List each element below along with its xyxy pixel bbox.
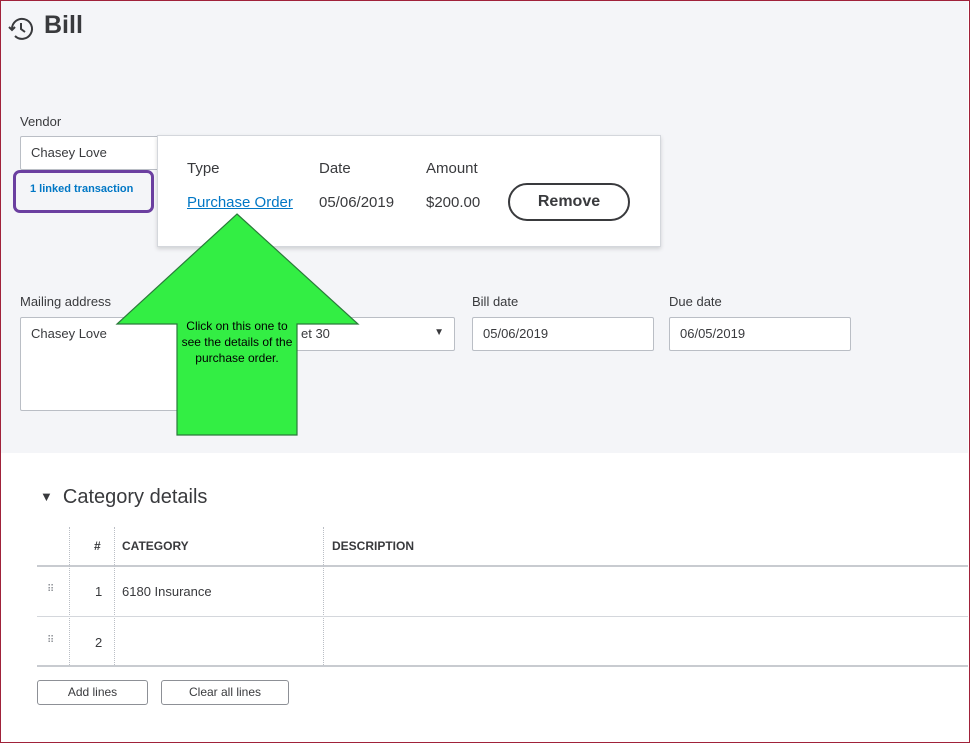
category-details-toggle[interactable]: ▼ Category details bbox=[40, 486, 207, 509]
remove-button[interactable]: Remove bbox=[508, 183, 630, 221]
vendor-field[interactable]: Chasey Love bbox=[20, 136, 170, 170]
row-category[interactable]: 6180 Insurance bbox=[122, 584, 212, 599]
due-date-label: Due date bbox=[669, 294, 722, 309]
due-date-value: 06/05/2019 bbox=[680, 326, 746, 341]
popover-header-amount: Amount bbox=[426, 160, 478, 177]
vendor-label: Vendor bbox=[20, 114, 62, 129]
add-lines-button[interactable]: Add lines bbox=[37, 680, 148, 705]
collapse-triangle-icon[interactable]: ▼ bbox=[40, 489, 53, 504]
chevron-down-icon[interactable]: ▼ bbox=[434, 327, 444, 338]
due-date-field[interactable]: 06/05/2019 bbox=[669, 317, 851, 351]
drag-handle-icon[interactable]: ⠿ bbox=[47, 584, 54, 595]
bill-date-value: 05/06/2019 bbox=[483, 326, 549, 341]
linked-transaction-link[interactable]: 1 linked transaction bbox=[13, 170, 154, 213]
popover-date-value: 05/06/2019 bbox=[319, 194, 395, 211]
category-table: # CATEGORY DESCRIPTION ⠿ 1 6180 Insuranc… bbox=[37, 527, 968, 667]
purchase-order-link[interactable]: Purchase Order bbox=[187, 194, 293, 211]
clear-all-lines-button[interactable]: Clear all lines bbox=[161, 680, 289, 705]
popover-header-date: Date bbox=[319, 160, 351, 177]
bill-date-field[interactable]: 05/06/2019 bbox=[472, 317, 654, 351]
column-header-category: CATEGORY bbox=[122, 539, 189, 553]
row-divider bbox=[37, 616, 968, 617]
category-details-title: Category details bbox=[62, 486, 208, 508]
page-title: Bill bbox=[44, 11, 83, 39]
drag-handle-icon[interactable]: ⠿ bbox=[47, 635, 54, 646]
column-divider bbox=[323, 527, 324, 665]
row-number: 2 bbox=[95, 635, 103, 650]
history-icon[interactable] bbox=[6, 14, 36, 44]
bill-date-label: Bill date bbox=[472, 294, 519, 309]
table-bottom-border bbox=[37, 665, 968, 667]
header-divider bbox=[37, 565, 968, 567]
mailing-address-label: Mailing address bbox=[20, 294, 112, 309]
vendor-value: Chasey Love bbox=[31, 145, 107, 160]
column-header-description: DESCRIPTION bbox=[332, 539, 415, 553]
column-divider bbox=[69, 527, 70, 665]
mailing-address-value: Chasey Love bbox=[31, 326, 107, 341]
popover-header-type: Type bbox=[187, 160, 220, 177]
linked-transaction-label: 1 linked transaction bbox=[30, 183, 134, 195]
row-number: 1 bbox=[95, 584, 103, 599]
column-header-number: # bbox=[94, 539, 101, 553]
annotation-text: Click on this one to see the details of … bbox=[181, 319, 293, 365]
column-divider bbox=[114, 527, 115, 665]
popover-amount-value: $200.00 bbox=[426, 194, 481, 211]
